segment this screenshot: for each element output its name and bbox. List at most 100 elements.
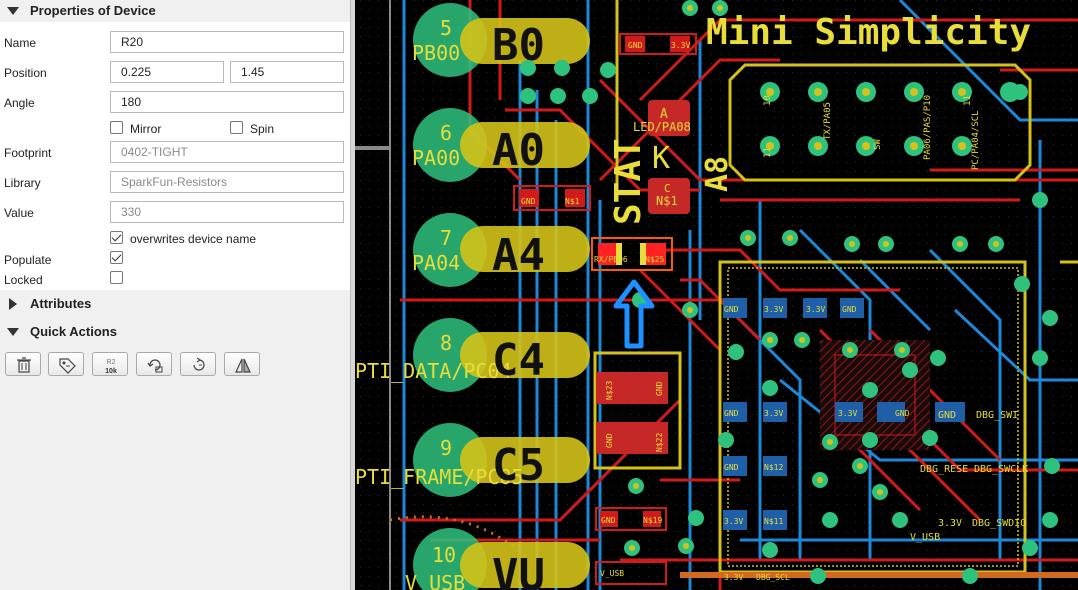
properties-header[interactable]: Properties of Device [0, 0, 350, 22]
angle-row: Angle 180 [0, 91, 350, 115]
net-label: GND [605, 433, 614, 448]
quick-actions-title: Quick Actions [30, 324, 117, 339]
net-label: N$19 [643, 516, 662, 525]
net-label: 3.3V [724, 517, 743, 526]
net-label: GND [938, 410, 956, 421]
net-label: GND [521, 197, 536, 206]
overwrites-label: overwrites device name [130, 232, 257, 246]
value-input[interactable]: 330 [110, 201, 344, 223]
header-signal: SW [873, 139, 883, 150]
footprint-row: Footprint 0402-TIGHT [0, 141, 350, 165]
net-label: 3.3V [838, 409, 857, 418]
header-pin-number: 10 [763, 95, 773, 106]
net-label: 3.3V [671, 41, 690, 50]
mirror-spin-row: Mirror Spin [0, 118, 350, 142]
position-x-input[interactable]: 0.225 [110, 61, 224, 83]
collapse-triangle-icon[interactable] [7, 328, 19, 336]
collapse-triangle-icon[interactable] [7, 7, 19, 15]
header-signal: TX/PA05 [823, 102, 833, 140]
pad-big-label: A0 [492, 125, 545, 176]
stat-label: STAT [608, 138, 649, 225]
pad-big-label: B0 [492, 20, 545, 71]
spin-checkbox[interactable] [230, 121, 243, 134]
locked-label: Locked [4, 273, 43, 287]
properties-body: Name R20 Position 0.225 1.45 Angle 180 M… [0, 22, 350, 290]
position-label: Position [4, 66, 47, 80]
net-label: GND [895, 409, 910, 418]
a8-label: A8 [700, 156, 735, 192]
replace-icon [147, 359, 163, 373]
net-label: N$23 [605, 381, 614, 400]
board-title: Mini Simplicity [706, 12, 1031, 53]
header-pin-number: 11 [963, 95, 973, 106]
library-input[interactable]: SparkFun-Resistors [110, 171, 344, 193]
tag-button[interactable] [48, 352, 84, 376]
net-label: V_USB [910, 532, 940, 543]
footprint-label: Footprint [4, 146, 52, 160]
pcb-drawing: 5 PB00 B0 6 PA00 A0 7 PA04 A4 8 PTI_DATA… [355, 0, 1078, 590]
net-label: GND [724, 409, 739, 418]
attributes-title: Attributes [30, 296, 92, 311]
angle-input[interactable]: 180 [110, 91, 344, 113]
pad-number: 7 [440, 226, 452, 250]
pad-number: 8 [440, 331, 452, 355]
mirror-checkbox[interactable] [110, 121, 123, 134]
pad-number: 5 [440, 16, 452, 40]
net-label: GND [724, 463, 739, 472]
pad-number: 6 [440, 121, 452, 145]
net-label: DBG_SWI [976, 410, 1018, 421]
net-label: N$11 [764, 517, 783, 526]
quick-actions-toolbar: R2 10k [0, 344, 350, 590]
net-label: 3.3V [764, 305, 783, 314]
led-k: K [652, 141, 670, 176]
net-label: 3.3V [764, 409, 783, 418]
populate-label: Populate [4, 253, 52, 267]
pad-number: 9 [440, 436, 452, 460]
net-label: V_USB [600, 569, 624, 578]
value-row: Value 330 [0, 201, 350, 225]
pad-big-label: C4 [492, 335, 545, 386]
net-label: N$1 [565, 197, 580, 206]
net-label: RX/PB06 [594, 255, 628, 264]
net-label: 3.3V [806, 305, 825, 314]
mirror-icon [235, 358, 251, 373]
pcb-canvas[interactable]: 5 PB00 B0 6 PA00 A0 7 PA04 A4 8 PTI_DATA… [355, 0, 1078, 590]
quick-actions-header[interactable]: Quick Actions [0, 321, 350, 343]
header-pin-number: 11 [763, 147, 773, 158]
value-button[interactable]: R2 10k [92, 352, 128, 376]
pad-number: 10 [432, 543, 456, 567]
library-row: Library SparkFun-Resistors [0, 171, 350, 195]
properties-panel: Properties of Device Name R20 Position 0… [0, 0, 350, 590]
tag-icon [59, 358, 76, 374]
rotate-button[interactable] [180, 352, 216, 376]
position-y-input[interactable]: 1.45 [230, 61, 344, 83]
rotate-icon [193, 357, 205, 371]
populate-checkbox[interactable] [110, 251, 123, 264]
pad-port-label: PA04 [412, 251, 460, 275]
net-label: N$25 [645, 255, 664, 264]
pad-big-label: C5 [492, 440, 545, 491]
locked-checkbox[interactable] [110, 271, 123, 284]
pad-port-label: V_USB [405, 571, 465, 590]
library-label: Library [4, 176, 41, 190]
footprint-input[interactable]: 0402-TIGHT [110, 141, 344, 163]
pad-big-label: A4 [492, 230, 545, 281]
angle-label: Angle [4, 96, 35, 110]
overwrites-checkbox[interactable] [110, 231, 123, 244]
net-label: DBG_RESE [920, 464, 968, 475]
replace-button[interactable] [136, 352, 172, 376]
locked-row: Locked [0, 268, 350, 292]
value-icon-line2: 10k [105, 368, 117, 375]
net-label: N$12 [764, 463, 783, 472]
attributes-header[interactable]: Attributes [0, 293, 350, 315]
position-row: Position 0.225 1.45 [0, 61, 350, 85]
name-input[interactable]: R20 [110, 31, 344, 53]
expand-triangle-icon[interactable] [9, 298, 17, 310]
spin-label: Spin [250, 122, 275, 136]
pad-port-label: PB00 [412, 41, 460, 65]
name-label: Name [4, 36, 37, 50]
led-label: LED/PA08 [633, 120, 691, 134]
mirror-label: Mirror [130, 122, 162, 136]
mirror-button[interactable] [224, 352, 260, 376]
delete-button[interactable] [5, 352, 41, 376]
